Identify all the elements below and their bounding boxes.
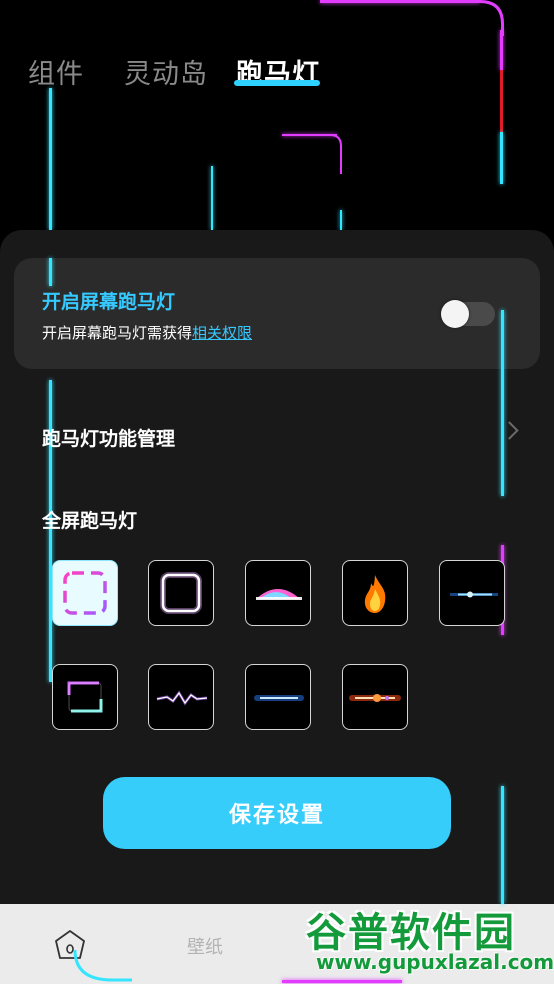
- marquee-glow-line: [501, 786, 504, 904]
- effect-tile-corner-frame[interactable]: [52, 664, 118, 730]
- function-management-row[interactable]: 跑马灯功能管理: [42, 424, 175, 451]
- corner-glow-frame-icon: [67, 681, 103, 713]
- marquee-glow-line: [500, 70, 503, 132]
- glow-frame-icon: [160, 572, 202, 614]
- save-settings-button[interactable]: 保存设置: [103, 777, 451, 849]
- fire-icon: [364, 575, 386, 613]
- marquee-glow-line: [500, 30, 503, 70]
- marquee-glow-line: [211, 166, 213, 230]
- tab-dynamic-island[interactable]: 灵动岛: [124, 52, 208, 91]
- toggle-knob[interactable]: [441, 300, 469, 328]
- marquee-glow-line: [49, 88, 52, 230]
- effect-tile-dashed-frame[interactable]: [52, 560, 118, 626]
- lightning-icon: [156, 690, 208, 706]
- light-beam-icon: [254, 695, 304, 701]
- effect-tile-purple-lightning[interactable]: [148, 664, 214, 730]
- permission-note: 开启屏幕跑马灯需获得: [42, 324, 193, 342]
- watermark-url: www.gupuxlazal.com: [316, 950, 554, 974]
- marquee-glow-line: [282, 980, 402, 983]
- permission-link[interactable]: 相关权限: [192, 324, 252, 342]
- active-tab-indicator: [234, 80, 320, 86]
- fullscreen-marquee-title: 全屏跑马灯: [42, 510, 138, 532]
- spark-beam-icon: [349, 694, 401, 702]
- screen-marquee-desc: 开启屏幕跑马灯需获得相关权限: [42, 322, 252, 343]
- effect-tile-fire[interactable]: [342, 560, 408, 626]
- tab-widgets[interactable]: 组件: [28, 52, 84, 91]
- marquee-glow-line: [49, 258, 52, 286]
- marquee-glow-line: [340, 210, 342, 230]
- effect-tile-blue-beam[interactable]: [245, 664, 311, 730]
- effect-tile-blue-streak[interactable]: [439, 560, 505, 626]
- marquee-glow-line: [282, 134, 337, 136]
- screen-marquee-title: 开启屏幕跑马灯: [42, 291, 176, 313]
- effect-tile-white-frame[interactable]: [148, 560, 214, 626]
- marquee-glow-line: [500, 132, 503, 184]
- light-streak-icon: [450, 591, 498, 598]
- effect-tile-orange-spark[interactable]: [342, 664, 408, 730]
- dashed-gradient-frame-icon: [63, 571, 107, 615]
- marquee-glow-line: [501, 310, 504, 496]
- marquee-glow-corner: [73, 950, 132, 982]
- marquee-glow-line: [320, 0, 480, 3]
- marquee-glow-corner: [330, 134, 342, 174]
- nav-wallpaper[interactable]: 壁纸: [187, 933, 223, 959]
- effect-tile-rainbow-dome[interactable]: [245, 560, 311, 626]
- rainbow-dome-icon: [256, 589, 302, 600]
